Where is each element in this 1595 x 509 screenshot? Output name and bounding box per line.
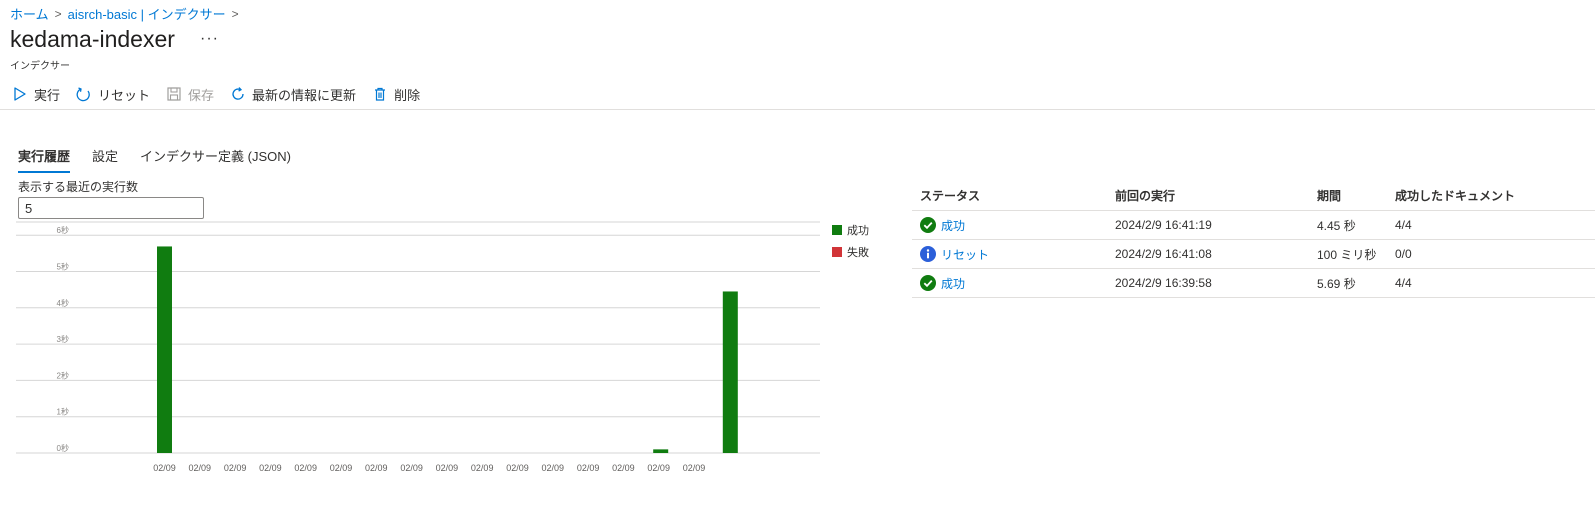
legend-label-success: 成功 bbox=[847, 225, 869, 237]
breadcrumb-service-link[interactable]: aisrch-basic | インデクサー bbox=[68, 4, 226, 23]
delete-button[interactable]: 削除 bbox=[372, 84, 420, 104]
run-button[interactable]: 実行 bbox=[12, 84, 60, 104]
execution-history-chart: 0秒 1秒 2秒 3秒 4秒 5秒 6秒 02/09 02/09 02/09 02/09 02/09 0… bbox=[16, 221, 820, 473]
last-run-cell: 2024/2/9 16:39:58 bbox=[1115, 276, 1212, 290]
y-tick-label: 4秒 bbox=[57, 298, 69, 308]
refresh-button-label: 最新の情報に更新 bbox=[252, 87, 357, 103]
x-tick-label: 02/09 bbox=[436, 463, 459, 473]
legend-swatch-failure bbox=[832, 247, 842, 257]
x-tick-label: 02/09 bbox=[683, 463, 706, 473]
last-run-cell: 2024/2/9 16:41:08 bbox=[1115, 247, 1212, 261]
x-tick-label: 02/09 bbox=[400, 463, 423, 473]
x-tick-label: 02/09 bbox=[612, 463, 635, 473]
duration-cell: 4.45 秒 bbox=[1317, 218, 1356, 233]
y-tick-label: 3秒 bbox=[57, 334, 69, 344]
legend-label-failure: 失敗 bbox=[847, 247, 869, 259]
success-check-icon bbox=[920, 275, 936, 291]
save-button-label: 保存 bbox=[188, 87, 215, 103]
table-row[interactable]: リセット 2024/2/9 16:41:08 100 ミリ秒 0/0 bbox=[912, 240, 1595, 269]
run-count-label: 表示する最近の実行数 bbox=[18, 180, 139, 194]
y-tick-label: 0秒 bbox=[57, 443, 69, 453]
x-tick-label: 02/09 bbox=[577, 463, 600, 473]
reset-button[interactable]: リセット bbox=[76, 84, 150, 104]
tab-settings[interactable]: 設定 bbox=[92, 146, 118, 173]
x-tick-label: 02/09 bbox=[189, 463, 212, 473]
page-subtitle: インデクサー bbox=[10, 61, 70, 72]
success-bar bbox=[722, 291, 738, 453]
status-link[interactable]: 成功 bbox=[941, 217, 965, 234]
x-tick-label: 02/09 bbox=[224, 463, 247, 473]
trash-icon bbox=[375, 87, 386, 101]
reset-button-label: リセット bbox=[98, 87, 151, 103]
status-link[interactable]: 成功 bbox=[941, 275, 965, 292]
toolbar-divider bbox=[0, 109, 1595, 110]
x-tick-label: 02/09 bbox=[330, 463, 353, 473]
last-run-cell: 2024/2/9 16:41:19 bbox=[1115, 218, 1212, 232]
tab-indexer-definition-json[interactable]: インデクサー定義 (JSON) bbox=[140, 146, 291, 173]
x-tick-label: 02/09 bbox=[647, 463, 670, 473]
column-header-succeeded-docs[interactable]: 成功したドキュメント bbox=[1395, 187, 1595, 204]
run-count-input[interactable] bbox=[18, 197, 204, 219]
play-icon bbox=[14, 87, 26, 101]
y-tick-label: 5秒 bbox=[57, 262, 69, 272]
tab-run-history[interactable]: 実行履歴 bbox=[18, 146, 71, 173]
x-tick-label: 02/09 bbox=[259, 463, 282, 473]
legend-item-failure: 失敗 bbox=[832, 244, 869, 260]
table-header-row: ステータス 前回の実行 期間 成功したドキュメント bbox=[912, 184, 1595, 211]
column-header-last-run[interactable]: 前回の実行 bbox=[1115, 187, 1317, 204]
success-bar bbox=[653, 449, 669, 453]
x-tick-label: 02/09 bbox=[506, 463, 529, 473]
legend-item-success: 成功 bbox=[832, 222, 869, 238]
x-tick-label: 02/09 bbox=[153, 463, 176, 473]
breadcrumb-home-link[interactable]: ホーム bbox=[10, 4, 49, 23]
page-title: kedama-indexer bbox=[10, 26, 175, 52]
status-cell: 成功 bbox=[912, 217, 1115, 234]
chevron-right-icon: > bbox=[54, 6, 62, 21]
duration-cell: 100 ミリ秒 bbox=[1317, 247, 1377, 262]
x-tick-label: 02/09 bbox=[471, 463, 494, 473]
chart-legend: 成功 失敗 bbox=[832, 222, 869, 266]
refresh-button[interactable]: 最新の情報に更新 bbox=[230, 84, 356, 104]
more-options-button[interactable]: ··· bbox=[200, 30, 219, 48]
refresh-icon bbox=[232, 87, 244, 100]
success-check-icon bbox=[920, 217, 936, 233]
command-bar: 実行 リセット 保存 最新の情報に更新 削除 bbox=[12, 84, 436, 104]
reset-icon bbox=[76, 87, 90, 102]
status-cell: リセット bbox=[912, 246, 1115, 263]
table-row[interactable]: 成功 2024/2/9 16:39:58 5.69 秒 4/4 bbox=[912, 269, 1595, 298]
breadcrumb: ホーム > aisrch-basic | インデクサー > bbox=[10, 4, 239, 23]
save-icon bbox=[167, 87, 181, 101]
column-header-duration[interactable]: 期間 bbox=[1317, 187, 1395, 204]
success-bar bbox=[157, 246, 172, 453]
x-tick-label: 02/09 bbox=[365, 463, 388, 473]
tab-bar: 実行履歴 設定 インデクサー定義 (JSON) bbox=[18, 146, 291, 173]
run-button-label: 実行 bbox=[34, 87, 61, 103]
table-row[interactable]: 成功 2024/2/9 16:41:19 4.45 秒 4/4 bbox=[912, 211, 1595, 240]
x-tick-label: 02/09 bbox=[294, 463, 317, 473]
duration-cell: 5.69 秒 bbox=[1317, 276, 1356, 291]
y-tick-label: 2秒 bbox=[57, 370, 69, 380]
x-tick-label: 02/09 bbox=[542, 463, 565, 473]
column-header-status[interactable]: ステータス bbox=[912, 187, 1115, 204]
run-history-table: ステータス 前回の実行 期間 成功したドキュメント 成功 2024/2/9 16… bbox=[912, 184, 1595, 298]
chevron-right-icon: > bbox=[231, 6, 239, 21]
status-cell: 成功 bbox=[912, 275, 1115, 292]
docs-cell: 4/4 bbox=[1395, 218, 1412, 232]
info-icon bbox=[920, 246, 936, 262]
y-tick-label: 1秒 bbox=[57, 407, 69, 417]
docs-cell: 0/0 bbox=[1395, 247, 1412, 261]
y-tick-label: 6秒 bbox=[57, 225, 69, 235]
docs-cell: 4/4 bbox=[1395, 276, 1412, 290]
delete-button-label: 削除 bbox=[394, 87, 421, 103]
save-button[interactable]: 保存 bbox=[166, 84, 214, 104]
legend-swatch-success bbox=[832, 225, 842, 235]
status-link[interactable]: リセット bbox=[941, 246, 989, 263]
